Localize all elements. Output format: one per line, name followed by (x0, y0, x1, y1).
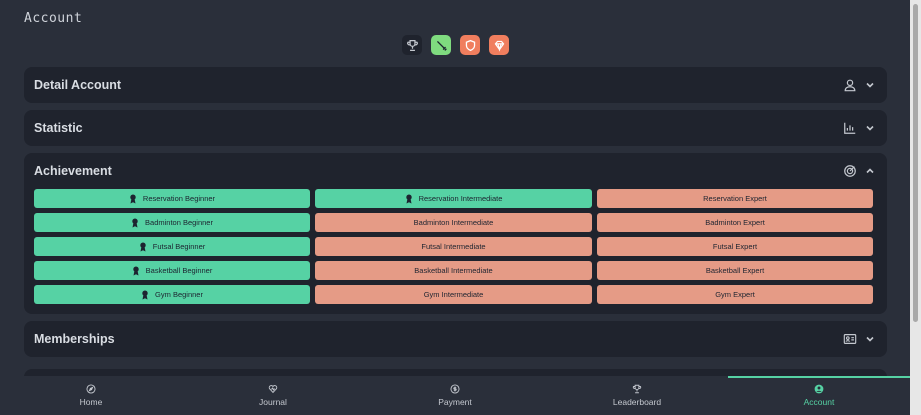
nav-item-leaderboard[interactable]: Leaderboard (546, 376, 728, 415)
achievement-item[interactable]: Futsal Intermediate (315, 237, 592, 256)
achievement-item[interactable]: Reservation Intermediate (315, 189, 592, 208)
nav-item-home[interactable]: Home (0, 376, 182, 415)
nav-item-label: Journal (259, 397, 287, 407)
achievement-item[interactable]: Gym Intermediate (315, 285, 592, 304)
achievement-label: Futsal Intermediate (421, 242, 486, 251)
nav-item-account[interactable]: Account (728, 376, 910, 415)
chevron-up-icon[interactable] (865, 166, 875, 176)
achievement-label: Gym Expert (715, 290, 755, 299)
heart-icon (268, 384, 278, 394)
achievement-panel: Achievement Reservation Beginner Reservat… (24, 153, 887, 314)
medal-icon (139, 242, 153, 252)
statistic-title: Statistic (34, 121, 83, 135)
chevron-down-icon[interactable] (865, 334, 875, 344)
achievement-label: Basketball Beginner (145, 266, 213, 275)
badge-row (402, 35, 509, 55)
achievement-label: Gym Intermediate (423, 290, 484, 299)
user-icon (843, 78, 857, 92)
achievement-label: Reservation Intermediate (418, 194, 503, 203)
achievement-label: Badminton Intermediate (413, 218, 494, 227)
scrollbar[interactable] (910, 0, 921, 415)
id-card-icon (843, 332, 857, 346)
trophy-icon (632, 384, 642, 394)
detail-account-header[interactable]: Detail Account (24, 67, 887, 103)
nav-item-label: Payment (438, 397, 472, 407)
achievement-item[interactable]: Badminton Beginner (34, 213, 310, 232)
medal-icon (141, 290, 155, 300)
chevron-down-icon[interactable] (865, 123, 875, 133)
achievement-item[interactable]: Badminton Expert (597, 213, 873, 232)
detail-account-title: Detail Account (34, 78, 122, 92)
trophy-icon (406, 39, 418, 51)
shield-badge[interactable] (460, 35, 480, 55)
achievement-label: Badminton Beginner (145, 218, 213, 227)
achievement-label: Gym Beginner (155, 290, 203, 299)
achievement-item[interactable]: Futsal Beginner (34, 237, 310, 256)
achievement-item[interactable]: Basketball Beginner (34, 261, 310, 280)
shield-icon (465, 39, 475, 51)
nav-item-label: Account (803, 397, 835, 407)
achievement-title: Achievement (34, 164, 112, 178)
medal-icon (132, 266, 146, 276)
achievement-label: Futsal Expert (712, 242, 758, 251)
achievement-header[interactable]: Achievement (24, 153, 887, 189)
nav-item-label: Home (79, 397, 103, 407)
statistic-header[interactable]: Statistic (24, 110, 887, 146)
achievement-label: Futsal Beginner (152, 242, 206, 251)
achievement-label: Basketball Intermediate (414, 266, 493, 275)
sword-icon (436, 40, 447, 51)
chevron-down-icon[interactable] (865, 80, 875, 90)
medal-icon (129, 194, 143, 204)
memberships-panel: Memberships (24, 321, 887, 357)
statistic-panel: Statistic (24, 110, 887, 146)
achievement-item[interactable]: Gym Beginner (34, 285, 310, 304)
achievement-item[interactable]: Badminton Intermediate (315, 213, 592, 232)
achievement-item[interactable]: Gym Expert (597, 285, 873, 304)
trophy-badge[interactable] (402, 35, 422, 55)
medal-icon (405, 194, 419, 204)
achievement-item[interactable]: Reservation Beginner (34, 189, 310, 208)
achievement-label: Reservation Expert (703, 194, 767, 203)
bottom-nav: Home Journal Payment Leaderboard Account (0, 376, 910, 415)
page-title: Account (24, 11, 83, 26)
memberships-title: Memberships (34, 332, 115, 346)
achievement-item[interactable]: Futsal Expert (597, 237, 873, 256)
achievement-label: Basketball Expert (705, 266, 765, 275)
achievement-label: Badminton Expert (705, 218, 765, 227)
achievement-item[interactable]: Reservation Expert (597, 189, 873, 208)
nav-item-label: Leaderboard (612, 397, 662, 407)
gem-icon (494, 40, 504, 52)
achievement-item[interactable]: Basketball Expert (597, 261, 873, 280)
nav-item-payment[interactable]: Payment (364, 376, 546, 415)
memberships-header[interactable]: Memberships (24, 321, 887, 357)
compass-icon (86, 384, 96, 394)
medal-icon (131, 218, 145, 228)
bar-chart-icon (843, 121, 857, 135)
achievement-grid: Reservation Beginner Reservation Intermed… (24, 189, 887, 314)
achievement-item[interactable]: Basketball Intermediate (315, 261, 592, 280)
sword-badge[interactable] (431, 35, 451, 55)
account-sections: Detail Account Statistic Achievement Res… (24, 67, 887, 364)
coin-icon (450, 384, 460, 394)
target-icon (843, 164, 857, 178)
detail-account-panel: Detail Account (24, 67, 887, 103)
gem-badge[interactable] (489, 35, 509, 55)
achievement-label: Reservation Beginner (142, 194, 216, 203)
scrollbar-thumb[interactable] (913, 4, 918, 322)
account-icon (814, 384, 824, 394)
nav-item-journal[interactable]: Journal (182, 376, 364, 415)
